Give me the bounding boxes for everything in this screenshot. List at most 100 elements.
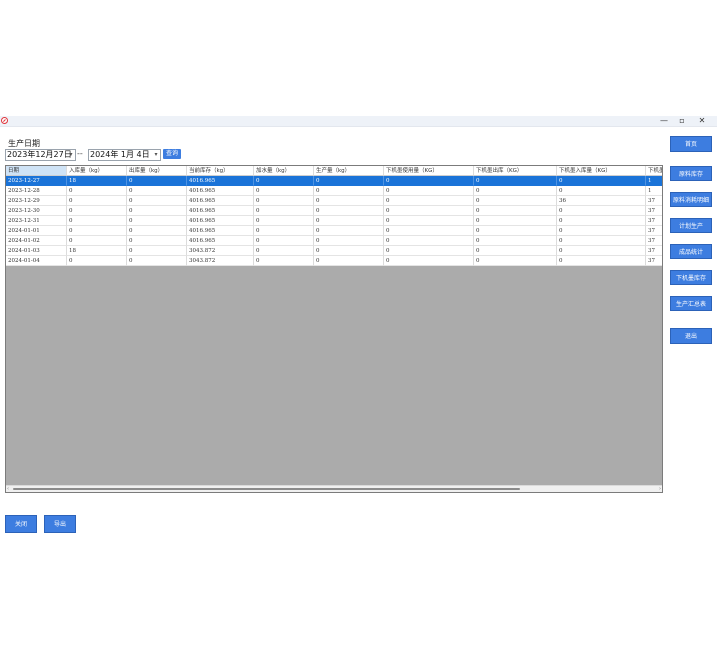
product-stats-button[interactable]: 成品统计	[670, 244, 712, 259]
table-cell[interactable]: 18	[67, 176, 127, 186]
production-summary-button[interactable]: 生产汇总表	[670, 296, 712, 311]
column-header[interactable]: 当前库存（kg）	[187, 166, 254, 176]
raw-stock-button[interactable]: 原料库存	[670, 166, 712, 181]
table-cell[interactable]: 4016.965	[187, 176, 254, 186]
table-cell[interactable]: 0	[314, 186, 384, 196]
table-cell[interactable]: 4016.965	[187, 236, 254, 246]
table-cell[interactable]: 0	[474, 196, 557, 206]
table-cell[interactable]: 37	[646, 226, 662, 236]
table-cell[interactable]: 0	[314, 256, 384, 266]
table-cell[interactable]: 0	[474, 226, 557, 236]
table-cell[interactable]: 0	[384, 206, 474, 216]
table-row[interactable]: 2023-12-28 0 0 4016.965 0 0 0 0 0 1	[6, 186, 662, 196]
table-cell[interactable]: 0	[557, 226, 646, 236]
table-cell[interactable]: 3043.872	[187, 256, 254, 266]
table-cell[interactable]: 0	[67, 236, 127, 246]
table-cell[interactable]: 0	[314, 206, 384, 216]
table-cell[interactable]: 0	[254, 186, 314, 196]
horizontal-scrollbar[interactable]: ‹ ›	[6, 485, 662, 492]
table-cell[interactable]: 3043.872	[187, 246, 254, 256]
table-cell[interactable]: 0	[384, 226, 474, 236]
table-row[interactable]: 2023-12-31 0 0 4016.965 0 0 0 0 0 37	[6, 216, 662, 226]
table-cell[interactable]: 0	[474, 246, 557, 256]
export-button[interactable]: 导出	[44, 515, 76, 533]
table-cell[interactable]: 0	[557, 216, 646, 226]
table-cell[interactable]: 0	[314, 246, 384, 256]
table-cell[interactable]: 0	[474, 256, 557, 266]
table-cell[interactable]: 2023-12-28	[6, 186, 67, 196]
table-row[interactable]: 2023-12-27 18 0 4016.965 0 0 0 0 0 1	[6, 176, 662, 186]
table-cell[interactable]: 0	[254, 246, 314, 256]
column-header[interactable]: 下机墨	[646, 166, 662, 176]
chevron-down-icon[interactable]: ▾	[152, 150, 160, 160]
table-cell[interactable]: 0	[254, 226, 314, 236]
table-cell[interactable]: 36	[557, 196, 646, 206]
table-row[interactable]: 2024-01-02 0 0 4016.965 0 0 0 0 0 37	[6, 236, 662, 246]
plan-production-button[interactable]: 计划生产	[670, 218, 712, 233]
table-cell[interactable]: 18	[67, 246, 127, 256]
table-cell[interactable]: 37	[646, 246, 662, 256]
table-cell[interactable]: 0	[67, 206, 127, 216]
table-cell[interactable]: 0	[127, 216, 187, 226]
maximize-button[interactable]: ▫	[675, 116, 689, 126]
scrollbar-thumb[interactable]	[13, 487, 520, 490]
table-cell[interactable]: 0	[254, 176, 314, 186]
table-cell[interactable]: 2024-01-04	[6, 256, 67, 266]
table-cell[interactable]: 2023-12-30	[6, 206, 67, 216]
raw-consumption-button[interactable]: 原料消耗明细	[670, 192, 712, 207]
close-button[interactable]: 关闭	[5, 515, 37, 533]
table-cell[interactable]: 0	[67, 226, 127, 236]
table-cell[interactable]: 2024-01-03	[6, 246, 67, 256]
table-cell[interactable]: 0	[127, 176, 187, 186]
table-cell[interactable]: 0	[127, 206, 187, 216]
home-button[interactable]: 首页	[670, 136, 712, 152]
column-header[interactable]: 生产量（kg）	[314, 166, 384, 176]
table-cell[interactable]: 0	[384, 236, 474, 246]
table-cell[interactable]: 37	[646, 196, 662, 206]
data-grid[interactable]: 日期 入库量（kg） 出库量（kg） 当前库存（kg） 加水量（kg） 生产量（kg） 下机…	[5, 165, 663, 493]
column-header[interactable]: 入库量（kg）	[67, 166, 127, 176]
table-cell[interactable]: 2023-12-31	[6, 216, 67, 226]
column-header[interactable]: 加水量（kg）	[254, 166, 314, 176]
table-cell[interactable]: 2024-01-01	[6, 226, 67, 236]
table-cell[interactable]: 1	[646, 176, 662, 186]
column-header[interactable]: 下机墨使用量（KG）	[384, 166, 474, 176]
table-cell[interactable]: 0	[474, 176, 557, 186]
table-cell[interactable]: 0	[314, 216, 384, 226]
table-cell[interactable]: 37	[646, 236, 662, 246]
table-cell[interactable]: 37	[646, 216, 662, 226]
scroll-right-icon[interactable]: ›	[659, 486, 661, 492]
table-cell[interactable]: 0	[67, 256, 127, 266]
table-cell[interactable]: 2023-12-29	[6, 196, 67, 206]
table-cell[interactable]: 0	[67, 196, 127, 206]
table-cell[interactable]: 0	[254, 206, 314, 216]
column-header[interactable]: 下机墨入库量（KG）	[557, 166, 646, 176]
table-cell[interactable]: 0	[384, 186, 474, 196]
table-cell[interactable]: 0	[127, 226, 187, 236]
table-cell[interactable]: 4016.965	[187, 216, 254, 226]
table-cell[interactable]: 0	[384, 246, 474, 256]
table-cell[interactable]: 4016.965	[187, 226, 254, 236]
table-cell[interactable]: 0	[557, 246, 646, 256]
chevron-down-icon[interactable]: ▾	[67, 150, 75, 160]
table-cell[interactable]: 0	[384, 256, 474, 266]
ink-stock-button[interactable]: 下机墨库存	[670, 270, 712, 285]
table-cell[interactable]: 0	[557, 186, 646, 196]
table-cell[interactable]: 0	[314, 236, 384, 246]
table-cell[interactable]: 0	[254, 216, 314, 226]
date-from-picker[interactable]: 2023年12月27日 ▾	[5, 149, 76, 161]
table-cell[interactable]: 2023-12-27	[6, 176, 67, 186]
table-cell[interactable]: 0	[127, 236, 187, 246]
table-cell[interactable]: 0	[384, 196, 474, 206]
table-cell[interactable]: 0	[127, 196, 187, 206]
date-to-picker[interactable]: 2024年 1月 4日 ▾	[88, 149, 161, 161]
table-cell[interactable]: 0	[67, 186, 127, 196]
table-cell[interactable]: 4016.965	[187, 186, 254, 196]
column-header[interactable]: 出库量（kg）	[127, 166, 187, 176]
table-row[interactable]: 2024-01-03 18 0 3043.872 0 0 0 0 0 37	[6, 246, 662, 256]
table-cell[interactable]: 0	[67, 216, 127, 226]
table-cell[interactable]: 0	[557, 256, 646, 266]
table-cell[interactable]: 0	[127, 186, 187, 196]
table-cell[interactable]: 0	[254, 196, 314, 206]
table-row[interactable]: 2023-12-29 0 0 4016.965 0 0 0 0 36 37	[6, 196, 662, 206]
